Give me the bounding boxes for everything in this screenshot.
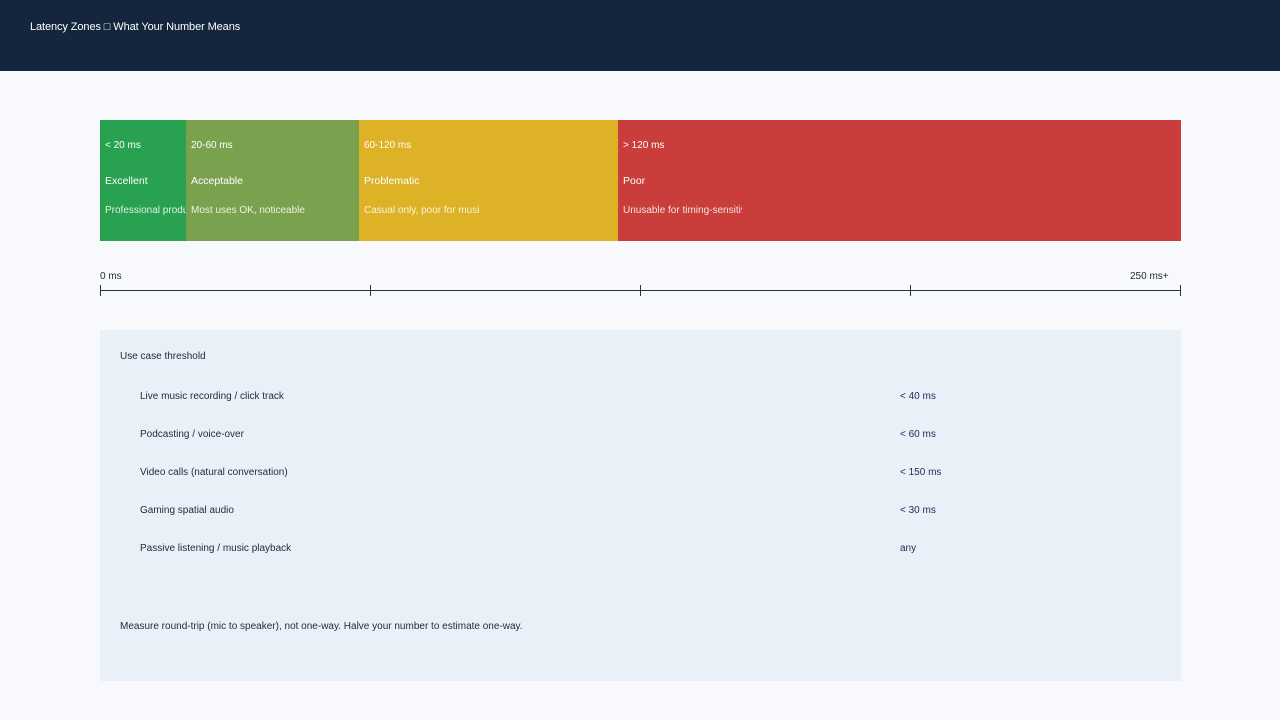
table-row: Video calls (natural conversation) < 150… (100, 467, 1181, 487)
axis-min-label: 0 ms (100, 271, 122, 282)
zone-description: Professional production (105, 205, 186, 216)
zone-range: < 20 ms (105, 140, 141, 151)
page-header: Latency Zones □ What Your Number Means (0, 0, 1280, 71)
zone-poor: > 120 ms Poor Unusable for timing-sensit… (618, 120, 1181, 241)
zone-range: > 120 ms (623, 140, 665, 151)
page-title: Latency Zones □ What Your Number Means (30, 21, 241, 33)
use-case-name: Live music recording / click track (140, 391, 284, 402)
zone-excellent: < 20 ms Excellent Professional productio… (100, 120, 186, 241)
zone-label: Poor (623, 175, 646, 187)
use-case-threshold: < 40 ms (900, 391, 936, 402)
use-case-threshold: < 60 ms (900, 429, 936, 440)
measurement-footnote: Measure round-trip (mic to speaker), not… (120, 621, 523, 632)
table-row: Podcasting / voice-over < 60 ms (100, 429, 1181, 449)
use-case-threshold: any (900, 543, 917, 554)
latency-zone-bar: < 20 ms Excellent Professional productio… (100, 120, 1181, 241)
zone-label: Acceptable (191, 175, 243, 187)
axis-tick (910, 285, 911, 296)
zone-description: Unusable for timing-sensitive work (623, 205, 742, 216)
zone-range: 20-60 ms (191, 140, 233, 151)
axis-tick (370, 285, 371, 296)
axis-tick (1180, 285, 1181, 296)
use-case-threshold: < 30 ms (900, 505, 936, 516)
panel-heading: Use case threshold (120, 351, 206, 362)
axis-tick (640, 285, 641, 296)
latency-axis: 0 ms 250 ms+ (100, 268, 1181, 298)
zone-label: Problematic (364, 175, 420, 187)
table-row: Gaming spatial audio < 30 ms (100, 505, 1181, 525)
zone-description: Most uses OK, noticeable (191, 205, 305, 216)
zone-acceptable: 20-60 ms Acceptable Most uses OK, notice… (186, 120, 359, 241)
zone-problematic: 60-120 ms Problematic Casual only, poor … (359, 120, 618, 241)
use-case-name: Passive listening / music playback (140, 543, 292, 554)
use-case-name: Video calls (natural conversation) (140, 467, 288, 478)
use-case-threshold: < 150 ms (900, 467, 942, 478)
table-row: Passive listening / music playback any (100, 543, 1181, 563)
table-row: Live music recording / click track < 40 … (100, 391, 1181, 411)
axis-max-label: 250 ms+ (1130, 271, 1169, 282)
zone-label: Excellent (105, 175, 148, 187)
use-case-name: Podcasting / voice-over (140, 429, 244, 440)
use-case-name: Gaming spatial audio (140, 505, 234, 516)
zone-range: 60-120 ms (364, 140, 412, 151)
axis-tick (100, 285, 101, 296)
zone-description: Casual only, poor for music (364, 205, 479, 216)
use-case-panel: Use case threshold Live music recording … (100, 330, 1181, 681)
